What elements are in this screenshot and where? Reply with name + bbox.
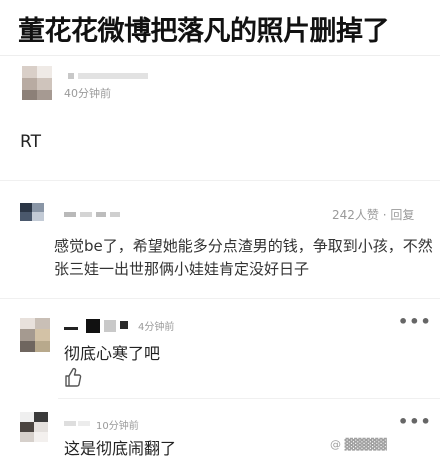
- comment-meta[interactable]: 242人赞 · 回复: [332, 206, 414, 223]
- divider: [58, 398, 440, 399]
- author-name-censored: [68, 72, 150, 80]
- thumbs-up-icon[interactable]: [64, 366, 82, 388]
- comment-author-censored: [64, 318, 134, 334]
- comment-avatar[interactable]: [20, 412, 48, 442]
- divider: [0, 298, 440, 299]
- post-title: 董花花微博把落凡的照片删掉了: [18, 16, 390, 47]
- author-avatar[interactable]: [22, 66, 52, 100]
- comment-avatar[interactable]: [20, 203, 44, 221]
- comment-text: 这是彻底闹翻了: [64, 439, 177, 458]
- comment-text: 感觉be了，希望她能多分点渣男的钱，争取到小孩，不然张三娃一出世那俩小娃娃肯定没…: [54, 237, 433, 278]
- comment-author-censored: [64, 421, 92, 427]
- divider: [0, 55, 440, 56]
- post-body: RT: [20, 132, 41, 152]
- watermark: @ ▓▓▓▓▓: [330, 438, 387, 451]
- divider: [0, 180, 440, 181]
- like-count-and-reply[interactable]: 242人赞 · 回复: [332, 208, 414, 222]
- comment-timestamp: 10分钟前: [96, 421, 139, 432]
- comment-avatar[interactable]: [20, 318, 50, 352]
- comment-author-censored: [64, 212, 124, 218]
- comment-timestamp: 4分钟前: [138, 322, 175, 333]
- comment-text: 彻底心寒了吧: [64, 344, 161, 363]
- more-options-icon[interactable]: •••: [398, 312, 432, 331]
- more-options-icon[interactable]: •••: [398, 412, 432, 431]
- post-timestamp: 40分钟前: [64, 87, 111, 100]
